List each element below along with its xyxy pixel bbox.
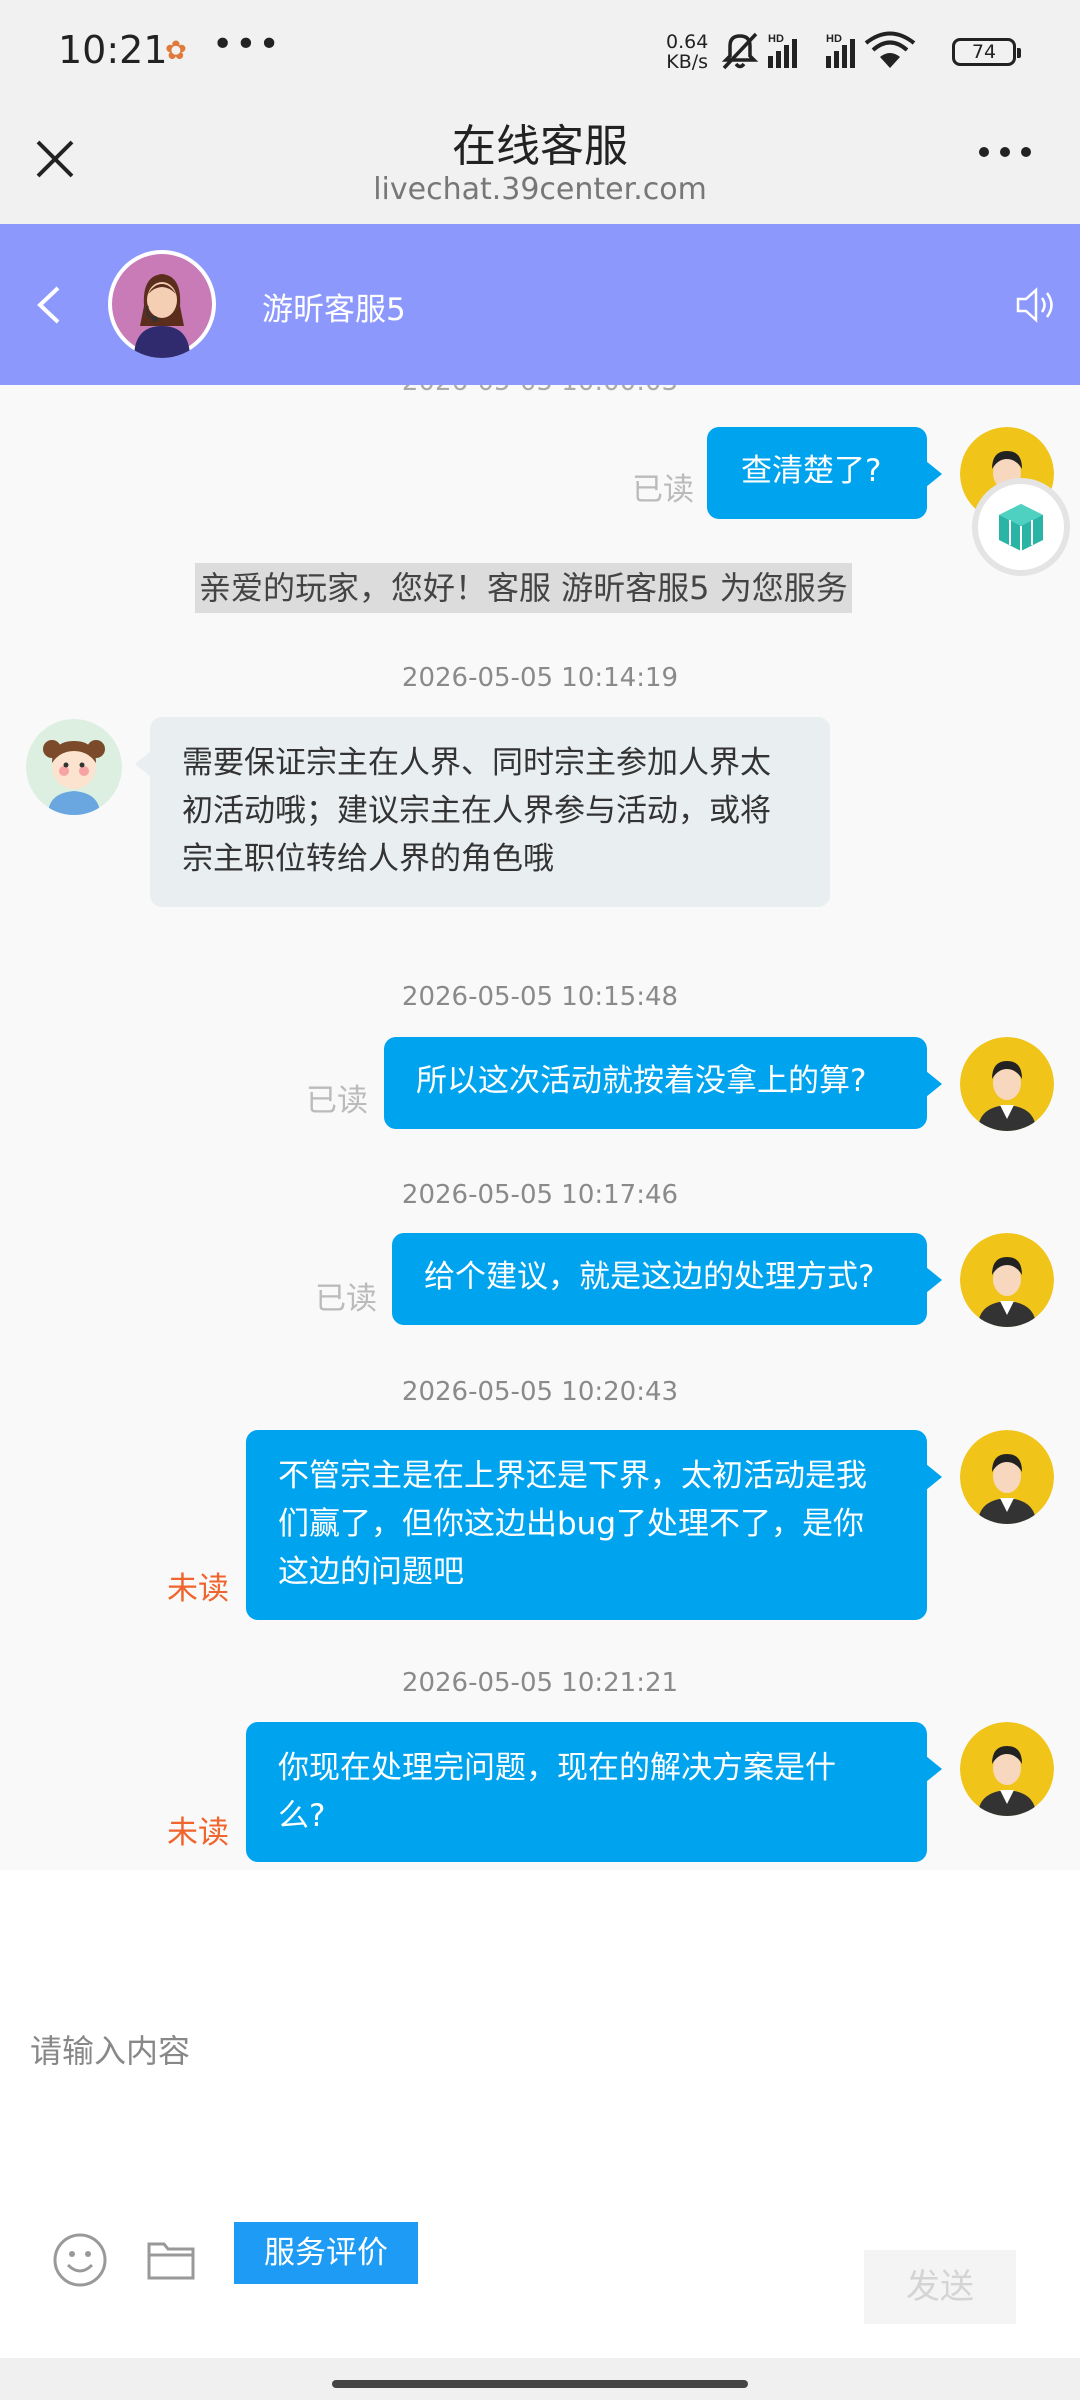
wifi-icon <box>864 31 916 68</box>
my-message-bubble[interactable]: 所以这次活动就按着没拿上的算? <box>384 1037 942 1129</box>
network-speed: 0.64 KB/s <box>666 31 709 73</box>
emoji-icon[interactable] <box>52 2232 108 2288</box>
message-timestamp: 2026-05-05 10:00:03 <box>0 385 1080 397</box>
message-timestamp: 2026-05-05 10:15:48 <box>401 982 679 1012</box>
message-input[interactable] <box>28 2020 1052 2082</box>
unread-status: 未读 <box>167 1571 229 1607</box>
page-title: 在线客服 <box>452 121 628 172</box>
user-avatar <box>960 1233 1054 1327</box>
speaker-icon[interactable] <box>1012 282 1058 328</box>
agent-name: 游昕客服5 <box>262 292 406 328</box>
more-notifications-icon: ••• <box>212 24 282 65</box>
chat-header: 游昕客服5 <box>0 224 1080 385</box>
home-indicator[interactable] <box>332 2380 748 2388</box>
message-text: 给个建议，就是这边的处理方式? <box>424 1259 875 1295</box>
message-timestamp: 2026-05-05 10:17:46 <box>401 1180 679 1210</box>
unread-status: 未读 <box>167 1815 229 1851</box>
title-bar: 在线客服 livechat.39center.com <box>0 100 1080 224</box>
service-notice: 亲爱的玩家，您好！客服 游昕客服5 为您服务 <box>195 563 852 613</box>
app-notification-icon: ✿ <box>165 36 187 66</box>
mute-bell-icon <box>721 32 759 70</box>
message-text: 所以这次活动就按着没拿上的算? <box>416 1063 867 1099</box>
message-timestamp: 2026-05-05 10:20:43 <box>401 1377 679 1407</box>
floating-widget-button[interactable] <box>972 478 1070 576</box>
battery-icon: 74 <box>952 38 1021 66</box>
message-list[interactable]: 2026-05-05 10:00:03 已读 查清楚了? 亲爱的玩家，您好！客服… <box>0 385 1080 1870</box>
signal-icon-1: HD <box>768 33 797 68</box>
svg-text:HD: HD <box>826 33 842 45</box>
agent-message-bubble[interactable]: 需要保证宗主在人界、同时宗主参加人界太 初活动哦；建议宗主在人界参与活动，或将 … <box>135 717 830 907</box>
signal-icon-2: HD <box>826 33 855 68</box>
my-message-bubble[interactable]: 给个建议，就是这边的处理方式? <box>392 1233 942 1325</box>
my-message-bubble[interactable]: 你现在处理完问题，现在的解决方案是什 么? <box>246 1722 942 1862</box>
cube-icon <box>999 504 1043 551</box>
message-timestamp: 2026-05-05 10:21:21 <box>401 1668 679 1698</box>
send-button[interactable]: 发送 <box>864 2250 1016 2324</box>
agent-avatar-image <box>112 254 212 358</box>
agent-message-avatar <box>26 719 122 815</box>
status-bar: 10:21 ✿ ••• 0.64 KB/s HD HD 74 <box>0 0 1080 100</box>
status-time: 10:21 <box>58 28 168 72</box>
back-icon[interactable] <box>32 282 66 328</box>
user-avatar <box>960 1430 1054 1524</box>
navigation-bar <box>0 2358 1080 2400</box>
message-timestamp: 2026-05-05 10:14:19 <box>401 663 679 693</box>
more-options-icon[interactable] <box>978 142 1032 162</box>
my-message-bubble[interactable]: 查清楚了? <box>707 427 942 519</box>
folder-icon[interactable] <box>146 2236 196 2282</box>
svg-text:HD: HD <box>768 33 784 45</box>
user-avatar <box>960 1722 1054 1816</box>
message-text: 查清楚了? <box>741 453 882 489</box>
read-status: 已读 <box>315 1281 377 1317</box>
my-message-bubble[interactable]: 不管宗主是在上界还是下界，太初活动是我 们赢了，但你这边出bug了处理不了，是你… <box>246 1430 942 1620</box>
page-url: livechat.39center.com <box>373 172 707 207</box>
read-status: 已读 <box>632 472 694 508</box>
user-avatar <box>960 1037 1054 1131</box>
read-status: 已读 <box>306 1083 368 1119</box>
service-rating-button[interactable]: 服务评价 <box>234 2222 418 2284</box>
status-icons: HD HD <box>721 31 916 70</box>
agent-avatar <box>108 250 216 358</box>
